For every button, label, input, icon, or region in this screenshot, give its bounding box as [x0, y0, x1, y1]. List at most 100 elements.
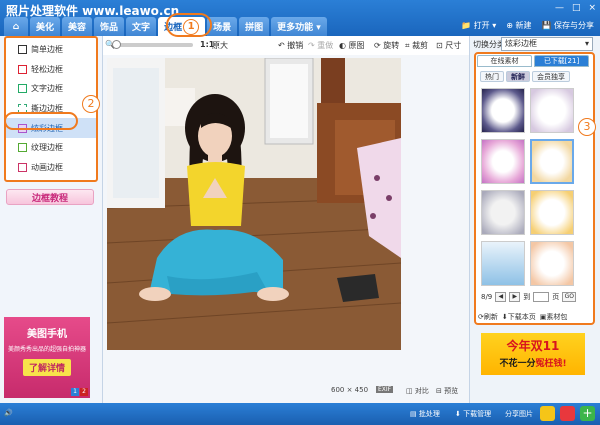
left-ad-banner[interactable]: 美图手机 美颜秀秀出品的超强自拍神器 了解详情 1 2: [4, 317, 90, 398]
exif-button[interactable]: EXIF: [376, 386, 394, 393]
save-share-button[interactable]: 💾 保存与分享: [541, 20, 594, 31]
border-item-animated[interactable]: 动画边框: [6, 158, 96, 178]
tab-home[interactable]: ⌂: [4, 17, 28, 36]
ad-title: 美图手机: [27, 329, 67, 340]
material-pack-button[interactable]: ▣素材包: [540, 312, 568, 322]
tab-online-materials[interactable]: 在线素材: [477, 55, 532, 67]
border-tutorial-button[interactable]: 边框教程: [6, 189, 94, 205]
tab-beauty[interactable]: 美容: [62, 17, 93, 36]
open-button[interactable]: 📁 打开 ▾: [461, 20, 496, 31]
frame-thumbnail[interactable]: [481, 241, 525, 286]
border-item-texture[interactable]: 纹理边框: [6, 138, 96, 158]
page-info: 8/9: [481, 293, 493, 301]
redo-label: 重做: [317, 41, 334, 50]
ad-page-2[interactable]: 2: [80, 388, 88, 396]
prev-page-button[interactable]: ◀: [495, 292, 507, 302]
undo-label: 撤销: [287, 41, 304, 50]
crop-button[interactable]: ⌗ 裁剪: [405, 40, 428, 51]
maximize-button[interactable]: □: [572, 3, 581, 13]
minimize-button[interactable]: —: [555, 3, 564, 13]
weibo-icon[interactable]: [560, 406, 575, 421]
border-item-label: 炫彩边框: [31, 123, 63, 133]
border-item-label: 纹理边框: [31, 143, 63, 153]
ad-details-button[interactable]: 了解详情: [22, 359, 71, 376]
save-label: 保存与分享: [554, 21, 594, 30]
download-page-button[interactable]: ⬇下载本页: [502, 312, 536, 322]
tab-downloaded[interactable]: 已下载[21]: [534, 55, 589, 67]
frame-thumbnail[interactable]: [530, 88, 574, 133]
tutorial-label: 边框教程: [31, 193, 68, 204]
annotation-badge-3: 3: [578, 118, 596, 136]
subtab-fresh[interactable]: 新鲜: [506, 71, 530, 82]
redo-button[interactable]: ↷ 重做: [308, 40, 333, 51]
material-subtabs: 热门 新鲜 会员独享: [480, 71, 570, 82]
zoom-slider-knob[interactable]: [112, 40, 121, 49]
right-ad-banner[interactable]: 今年双11 不花一分冤枉钱!: [481, 333, 585, 375]
frame-thumbnail[interactable]: [530, 241, 574, 286]
file-actions: 📁 打开 ▾ ⊕ 新建 💾 保存与分享: [461, 20, 594, 31]
go-button[interactable]: GO: [562, 292, 577, 302]
photo-image: [107, 58, 401, 350]
tab-beautify[interactable]: 美化: [30, 17, 61, 36]
tab-accessories[interactable]: 饰品: [94, 17, 125, 36]
compare-label: 对比: [414, 387, 429, 395]
category-select[interactable]: 炫彩边框 ▾: [501, 37, 593, 51]
frame-thumbnail[interactable]: [481, 88, 525, 133]
tab-borders[interactable]: 边框 1: [158, 17, 206, 36]
material-pack-label: 素材包: [546, 313, 568, 321]
tab-text[interactable]: 文字: [126, 17, 157, 36]
ad-pager: 1 2: [71, 388, 88, 396]
animated-frame-icon: [18, 162, 27, 172]
border-item-simple[interactable]: 简单边框: [6, 40, 96, 60]
original-button[interactable]: ◐ 原图: [339, 40, 365, 51]
border-item-label: 简单边框: [31, 45, 63, 55]
annotation-badge-2: 2: [82, 95, 100, 113]
close-button[interactable]: ×: [588, 3, 596, 13]
tab-collage[interactable]: 拼图: [239, 17, 270, 36]
compare-button[interactable]: ◫ 对比: [406, 386, 429, 396]
ad2-line2: 不花一分冤枉钱!: [481, 356, 585, 369]
original-size-button[interactable]: 原大: [212, 40, 228, 51]
preview-button[interactable]: ⊟ 预览: [436, 386, 458, 396]
title-bar: 照片处理软件 www.leawo.cn — □ × ⌂ 美化 美容 饰品 文字 …: [0, 0, 600, 36]
border-item-label: 文字边框: [31, 84, 63, 94]
batch-button[interactable]: ▤ 批处理: [410, 409, 440, 419]
share-image-button[interactable]: 分享图片: [505, 409, 533, 419]
photo-canvas[interactable]: [107, 58, 401, 350]
material-tabs: 在线素材 已下载[21]: [477, 55, 589, 67]
volume-icon[interactable]: 🔊: [4, 409, 13, 417]
size-button[interactable]: ⊡ 尺寸: [436, 40, 461, 51]
tab-more[interactable]: 更多功能 ▾: [271, 17, 327, 36]
frame-icon: [18, 64, 27, 74]
tab-scenes[interactable]: 场景: [207, 17, 238, 36]
frame-thumbnail[interactable]: [530, 139, 574, 184]
texture-frame-icon: [18, 143, 27, 153]
frame-thumbnail[interactable]: [530, 190, 574, 235]
crop-label: 裁剪: [412, 41, 429, 50]
subtab-hot[interactable]: 热门: [480, 71, 504, 82]
add-icon[interactable]: +: [580, 406, 595, 421]
new-label: 新建: [515, 21, 532, 30]
frame-thumbnail[interactable]: [481, 190, 525, 235]
border-item-label: 撕边边框: [31, 104, 63, 114]
undo-button[interactable]: ↶ 撤销: [278, 40, 303, 51]
border-item-easy[interactable]: 轻松边框: [6, 60, 96, 80]
chevron-down-icon: ▾: [584, 39, 589, 48]
border-item-text[interactable]: 文字边框: [6, 79, 96, 99]
subtab-vip[interactable]: 会员独享: [532, 71, 570, 82]
download-manager-button[interactable]: ⬇ 下载管理: [455, 409, 491, 419]
zoom-slider[interactable]: [113, 43, 193, 47]
next-page-button[interactable]: ▶: [509, 292, 521, 302]
annotation-badge-1: 1: [183, 18, 200, 35]
frame-thumbnail[interactable]: [481, 139, 525, 184]
new-button[interactable]: ⊕ 新建: [506, 20, 531, 31]
border-item-colorful[interactable]: 炫彩边框: [6, 118, 96, 138]
page-input[interactable]: [533, 292, 550, 302]
refresh-label: 刷新: [483, 313, 498, 321]
refresh-button[interactable]: ⟳刷新: [478, 312, 498, 322]
ad-page-1[interactable]: 1: [71, 388, 79, 396]
star-icon[interactable]: [540, 406, 555, 421]
rotate-button[interactable]: ⟳ 旋转: [374, 40, 399, 51]
rotate-label: 旋转: [383, 41, 400, 50]
tab-borders-label: 边框: [164, 23, 183, 33]
